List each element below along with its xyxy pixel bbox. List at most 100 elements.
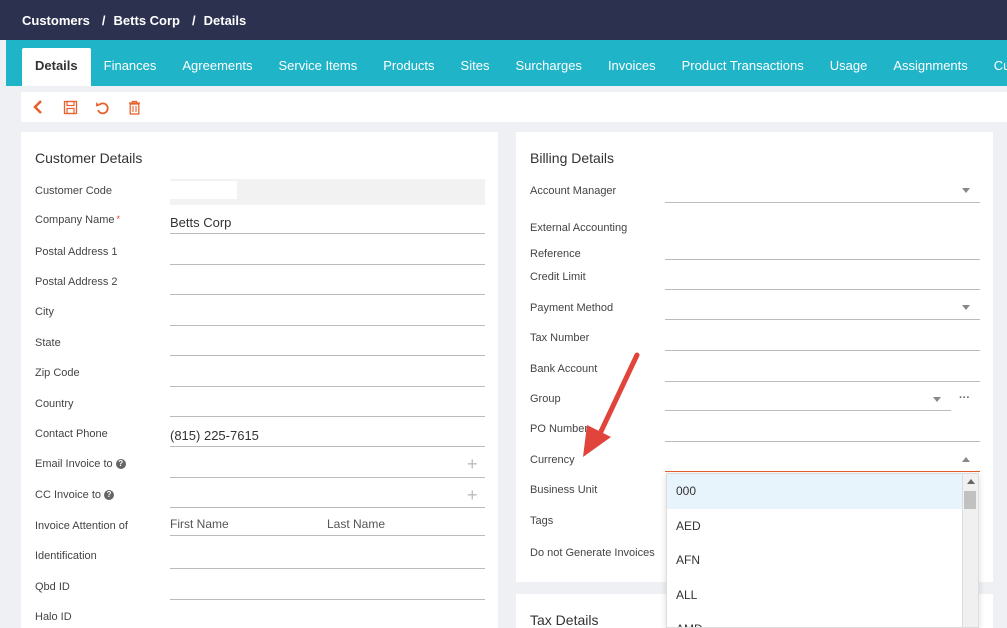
cc-invoice-to-input[interactable] xyxy=(170,486,485,508)
breadcrumb-customers[interactable]: Customers xyxy=(22,13,90,28)
tab-invoices[interactable]: Invoices xyxy=(595,48,669,86)
breadcrumb-separator: / xyxy=(101,12,106,28)
country-label: Country xyxy=(35,398,74,410)
contact-phone-input[interactable]: (815) 225-7615 xyxy=(170,425,485,447)
tab-bar: Details Finances Agreements Service Item… xyxy=(6,40,1007,86)
credit-limit-label: Credit Limit xyxy=(530,271,586,283)
tab-sites[interactable]: Sites xyxy=(448,48,503,86)
tab-service-items[interactable]: Service Items xyxy=(265,48,370,86)
group-select[interactable] xyxy=(665,389,951,411)
currency-label: Currency xyxy=(530,454,575,466)
city-label: City xyxy=(35,306,54,318)
credit-limit-input[interactable] xyxy=(665,268,980,290)
external-accounting-line2: Reference xyxy=(530,248,581,260)
help-icon[interactable]: ? xyxy=(104,490,115,501)
group-more-button[interactable]: ··· xyxy=(959,392,970,404)
external-accounting-label: External Accounting Reference xyxy=(530,215,627,267)
last-name-placeholder: Last Name xyxy=(327,517,386,531)
zip-code-input[interactable] xyxy=(170,365,485,387)
breadcrumb-details: Details xyxy=(203,12,247,28)
tab-product-transactions[interactable]: Product Transactions xyxy=(669,48,817,86)
tab-finances[interactable]: Finances xyxy=(91,48,170,86)
dropdown-scrollbar[interactable] xyxy=(962,474,978,627)
tab-surcharges[interactable]: Surcharges xyxy=(502,48,594,86)
currency-option[interactable]: AFN xyxy=(667,543,978,578)
customer-code-value-box xyxy=(170,181,237,199)
group-label: Group xyxy=(530,393,561,405)
add-cc-icon[interactable]: + xyxy=(467,486,478,504)
annotation-arrow-icon xyxy=(583,352,640,457)
bank-account-input[interactable] xyxy=(665,360,980,382)
billing-details-title: Billing Details xyxy=(530,150,615,166)
chevron-down-icon xyxy=(962,305,970,310)
cc-invoice-to-text: CC Invoice to xyxy=(35,489,102,501)
first-name-input[interactable]: First Name xyxy=(170,514,327,536)
qbd-id-label: Qbd ID xyxy=(35,581,70,593)
po-number-input[interactable] xyxy=(665,420,980,442)
postal-address-2-input[interactable] xyxy=(170,273,485,295)
business-unit-label: Business Unit xyxy=(530,484,598,496)
scrollbar-thumb[interactable] xyxy=(964,491,976,509)
currency-option[interactable]: ALL xyxy=(667,578,978,613)
email-invoice-to-label: Email Invoice to? xyxy=(35,458,126,470)
save-icon[interactable] xyxy=(61,98,79,116)
tab-assignments[interactable]: Assignments xyxy=(880,48,980,86)
tab-custom[interactable]: Custo xyxy=(981,48,1007,86)
postal-address-1-input[interactable] xyxy=(170,243,485,265)
postal-address-2-label: Postal Address 2 xyxy=(35,276,118,288)
contact-phone-label: Contact Phone xyxy=(35,428,108,440)
external-accounting-input[interactable] xyxy=(665,238,980,260)
email-invoice-to-input[interactable] xyxy=(170,456,485,478)
undo-icon[interactable] xyxy=(93,98,111,116)
customer-code-field xyxy=(170,179,485,205)
help-icon[interactable]: ? xyxy=(115,459,126,470)
account-manager-label: Account Manager xyxy=(530,185,617,197)
payment-method-select[interactable] xyxy=(665,298,980,320)
currency-option[interactable]: 000 xyxy=(667,474,978,509)
identification-input[interactable] xyxy=(170,547,485,569)
halo-id-label: Halo ID xyxy=(35,611,72,623)
postal-address-1-label: Postal Address 1 xyxy=(35,246,118,258)
breadcrumb-bar: Customers / Betts Corp / Details xyxy=(0,0,1007,40)
last-name-input[interactable]: Last Name xyxy=(327,514,485,536)
chevron-down-icon xyxy=(962,188,970,193)
chevron-up-icon xyxy=(962,457,970,462)
tax-number-input[interactable] xyxy=(665,329,980,351)
delete-icon[interactable] xyxy=(125,98,143,116)
identification-label: Identification xyxy=(35,550,97,562)
tags-label: Tags xyxy=(530,515,554,527)
currency-option[interactable]: AMD xyxy=(667,612,978,627)
city-input[interactable] xyxy=(170,304,485,326)
currency-option[interactable]: AED xyxy=(667,509,978,544)
external-accounting-line1: External Accounting xyxy=(530,222,628,234)
customer-code-label: Customer Code xyxy=(35,185,113,197)
state-label: State xyxy=(35,337,61,349)
breadcrumb-betts-corp[interactable]: Betts Corp xyxy=(114,13,180,28)
tax-details-title: Tax Details xyxy=(530,612,599,628)
tax-number-label: Tax Number xyxy=(530,332,590,344)
company-name-label: Company Name * xyxy=(35,214,120,226)
customer-details-title: Customer Details xyxy=(35,150,143,166)
currency-dropdown[interactable]: 000 AED AFN ALL AMD xyxy=(666,473,979,628)
tab-products[interactable]: Products xyxy=(370,48,447,86)
qbd-id-input[interactable] xyxy=(170,578,485,600)
tab-usage[interactable]: Usage xyxy=(817,48,881,86)
tab-agreements[interactable]: Agreements xyxy=(169,48,265,86)
tab-details[interactable]: Details xyxy=(22,48,91,86)
state-input[interactable] xyxy=(170,334,485,356)
payment-method-label: Payment Method xyxy=(530,302,614,314)
back-icon[interactable] xyxy=(29,98,47,116)
email-invoice-to-text: Email Invoice to xyxy=(35,458,113,470)
country-input[interactable] xyxy=(170,395,485,417)
company-name-input[interactable]: Betts Corp xyxy=(170,212,485,234)
invoice-attention-label: Invoice Attention of xyxy=(35,520,128,532)
add-email-icon[interactable]: + xyxy=(467,455,478,473)
breadcrumb-separator: / xyxy=(192,12,196,28)
scroll-up-arrow-icon[interactable] xyxy=(967,479,975,484)
currency-select[interactable] xyxy=(665,450,980,472)
required-mark: * xyxy=(116,214,120,224)
do-not-generate-label: Do not Generate Invoices xyxy=(530,547,655,559)
zip-code-label: Zip Code xyxy=(35,367,80,379)
account-manager-select[interactable] xyxy=(665,181,980,203)
chevron-down-icon xyxy=(933,397,941,402)
